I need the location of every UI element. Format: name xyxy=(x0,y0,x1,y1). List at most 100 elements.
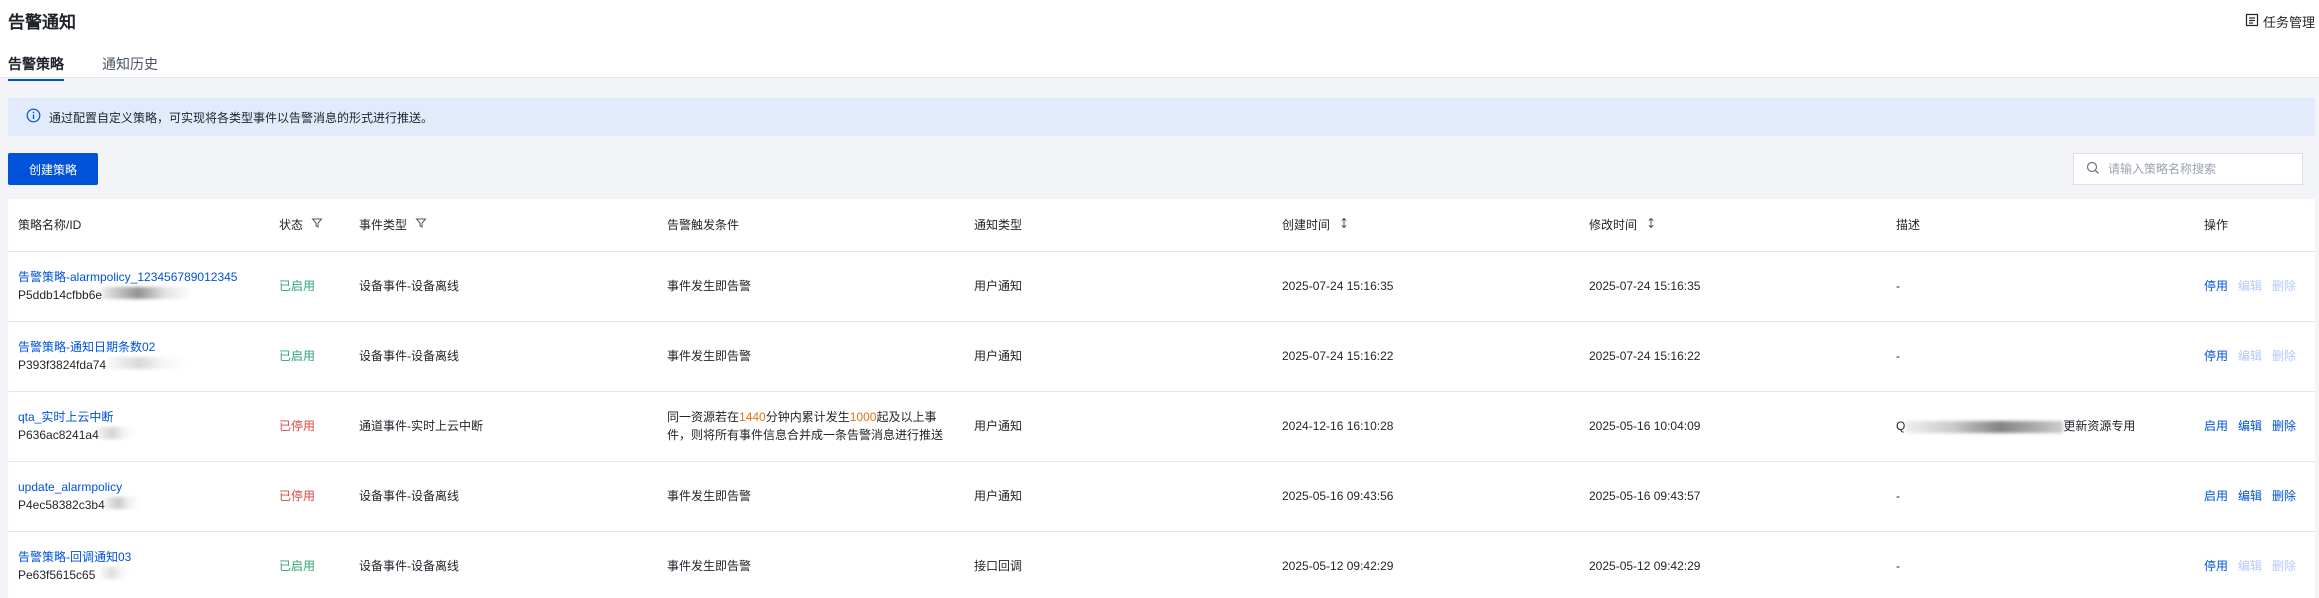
policy-id: P5ddb14cfbb6e xyxy=(18,286,269,304)
policy-name-link[interactable]: 告警策略-通知日期条数02 xyxy=(18,338,269,356)
event-type: 通道事件-实时上云中断 xyxy=(349,391,657,462)
delete-action: 删除 xyxy=(2272,559,2297,573)
policy-name-link[interactable]: qta_实时上云中断 xyxy=(18,408,269,426)
status-badge: 已启用 xyxy=(269,321,349,392)
description: - xyxy=(1886,461,2194,532)
col-header-event-type: 事件类型 xyxy=(349,199,657,252)
policy-id: P393f3824fda74 xyxy=(18,356,269,374)
edit-action: 编辑 xyxy=(2238,349,2263,363)
delete-action: 删除 xyxy=(2272,279,2297,293)
redaction-mask xyxy=(108,357,186,369)
created-time: 2025-05-12 09:42:29 xyxy=(1272,531,1579,598)
notify-type: 用户通知 xyxy=(964,321,1272,392)
col-header-actions: 操作 xyxy=(2194,199,2315,252)
created-time: 2025-05-16 09:43:56 xyxy=(1272,461,1579,532)
description: - xyxy=(1886,321,2194,392)
trigger-condition: 同一资源若在1440分钟内累计发生1000起及以上事 件，则将所有事件信息合并成一… xyxy=(657,391,964,462)
table-row: 告警策略-alarmpolicy_123456789012345 P5ddb14… xyxy=(8,251,2315,322)
create-policy-button[interactable]: 创建策略 xyxy=(8,153,98,185)
status-badge: 已停用 xyxy=(269,391,349,462)
policy-id: P636ac8241a4 xyxy=(18,426,269,444)
modified-time: 2025-07-24 15:16:35 xyxy=(1579,251,1886,322)
task-list-icon xyxy=(2245,13,2259,33)
edit-action[interactable]: 编辑 xyxy=(2238,487,2262,505)
policy-name-link[interactable]: 告警策略-回调通知03 xyxy=(18,548,269,566)
notify-type: 用户通知 xyxy=(964,391,1272,462)
modified-time: 2025-07-24 15:16:22 xyxy=(1579,321,1886,392)
delete-action: 删除 xyxy=(2272,349,2297,363)
edit-action: 编辑 xyxy=(2238,559,2263,573)
filter-icon[interactable] xyxy=(415,217,427,232)
search-icon xyxy=(2086,161,2100,178)
trigger-condition: 事件发生即告警 xyxy=(657,251,964,322)
sort-icon[interactable] xyxy=(1645,217,1657,232)
policy-id: Pe63f5615c65 xyxy=(18,566,269,584)
notify-type: 接口回调 xyxy=(964,531,1272,598)
event-type: 设备事件-设备离线 xyxy=(349,461,657,532)
col-header-condition: 告警触发条件 xyxy=(657,199,964,252)
sort-icon[interactable] xyxy=(1338,217,1350,232)
policy-name-link[interactable]: update_alarmpolicy xyxy=(18,478,269,496)
filter-icon[interactable] xyxy=(311,217,323,232)
status-badge: 已启用 xyxy=(269,251,349,322)
event-type: 设备事件-设备离线 xyxy=(349,321,657,392)
col-header-status: 状态 xyxy=(269,199,349,252)
status-badge: 已启用 xyxy=(269,531,349,598)
page-title: 告警通知 xyxy=(8,13,76,32)
table-header-row: 策略名称/ID 状态 事件类型 告警触发条件 通知类型 创建时间 修改时间 描述… xyxy=(8,199,2315,252)
notify-type: 用户通知 xyxy=(964,461,1272,532)
modified-time: 2025-05-12 09:42:29 xyxy=(1579,531,1886,598)
col-header-description: 描述 xyxy=(1886,199,2194,252)
description: - xyxy=(1886,251,2194,322)
table-row: 告警策略-通知日期条数02 P393f3824fda74 已启用 设备事件-设备… xyxy=(8,321,2315,392)
enable-action[interactable]: 启用 xyxy=(2204,417,2228,435)
created-time: 2025-07-24 15:16:22 xyxy=(1272,321,1579,392)
info-notice: 通过配置自定义策略，可实现将各类型事件以告警消息的形式进行推送。 xyxy=(8,98,2315,136)
table-row: 告警策略-回调通知03 Pe63f5615c65 已启用 设备事件-设备离线 事… xyxy=(8,531,2315,598)
status-badge: 已停用 xyxy=(269,461,349,532)
disable-action[interactable]: 停用 xyxy=(2204,557,2228,575)
enable-action[interactable]: 启用 xyxy=(2204,487,2228,505)
disable-action[interactable]: 停用 xyxy=(2204,277,2228,295)
description: - xyxy=(1886,531,2194,598)
col-header-created: 创建时间 xyxy=(1272,199,1579,252)
highlight-count: 1000 xyxy=(849,410,877,424)
info-notice-text: 通过配置自定义策略，可实现将各类型事件以告警消息的形式进行推送。 xyxy=(49,110,434,125)
search-input[interactable] xyxy=(2108,162,2288,176)
redaction-mask xyxy=(102,287,192,299)
table-row: update_alarmpolicy P4ec58382c3b4 已停用 设备事… xyxy=(8,461,2315,532)
event-type: 设备事件-设备离线 xyxy=(349,531,657,598)
edit-action: 编辑 xyxy=(2238,279,2263,293)
redaction-mask xyxy=(96,427,136,439)
page-header: 告警通知 任务管理 告警策略 通知历史 xyxy=(0,0,2319,81)
tab-alarm-policy[interactable]: 告警策略 xyxy=(8,54,64,81)
delete-action[interactable]: 删除 xyxy=(2272,487,2296,505)
notify-type: 用户通知 xyxy=(964,251,1272,322)
disable-action[interactable]: 停用 xyxy=(2204,347,2228,365)
search-box xyxy=(2073,153,2303,185)
col-header-modified: 修改时间 xyxy=(1579,199,1886,252)
col-header-name: 策略名称/ID xyxy=(8,199,269,252)
task-management-link[interactable]: 任务管理 xyxy=(2245,13,2315,33)
event-type: 设备事件-设备离线 xyxy=(349,251,657,322)
task-management-label: 任务管理 xyxy=(2262,15,2315,30)
modified-time: 2025-05-16 10:04:09 xyxy=(1579,391,1886,462)
trigger-condition: 事件发生即告警 xyxy=(657,461,964,532)
policy-table: 策略名称/ID 状态 事件类型 告警触发条件 通知类型 创建时间 修改时间 描述… xyxy=(8,199,2315,598)
tab-notification-history[interactable]: 通知历史 xyxy=(102,54,158,81)
modified-time: 2025-05-16 09:43:57 xyxy=(1579,461,1886,532)
edit-action[interactable]: 编辑 xyxy=(2238,417,2262,435)
trigger-condition: 事件发生即告警 xyxy=(657,531,964,598)
info-icon xyxy=(26,108,41,126)
tab-bar: 告警策略 通知历史 xyxy=(8,54,158,81)
policy-id: P4ec58382c3b4 xyxy=(18,496,269,514)
delete-action[interactable]: 删除 xyxy=(2272,417,2296,435)
policy-name-link[interactable]: 告警策略-alarmpolicy_123456789012345 xyxy=(18,268,269,286)
created-time: 2024-12-16 16:10:28 xyxy=(1272,391,1579,462)
redaction-mask xyxy=(104,497,140,509)
redaction-mask xyxy=(1905,420,2064,433)
created-time: 2025-07-24 15:16:35 xyxy=(1272,251,1579,322)
trigger-condition: 事件发生即告警 xyxy=(657,321,964,392)
highlight-minutes: 1440 xyxy=(739,410,766,424)
table-row: qta_实时上云中断 P636ac8241a4 已停用 通道事件-实时上云中断 … xyxy=(8,391,2315,462)
